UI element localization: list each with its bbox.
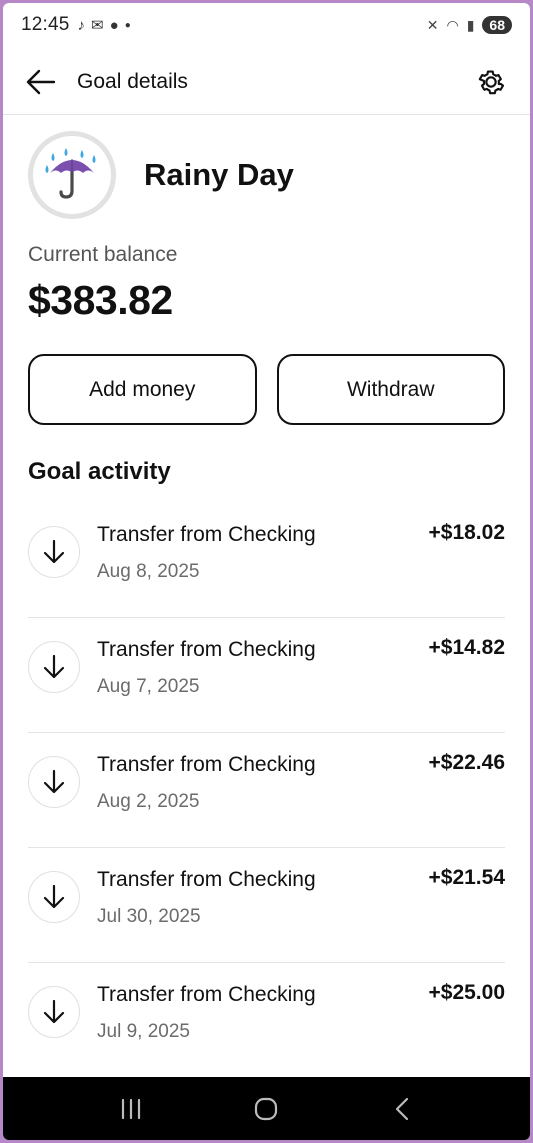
back-nav-button[interactable] [377,1089,427,1129]
app-screen: 12:45 ♪ ✉ ● ● ✕ ◠ ▮ 68 Goal details Rain… [3,3,530,1140]
activity-title: Transfer from Checking [97,638,316,661]
status-bar: 12:45 ♪ ✉ ● ● ✕ ◠ ▮ 68 [3,3,530,47]
activity-title: Transfer from Checking [97,983,316,1006]
home-icon [255,1097,278,1120]
arrow-down-icon [43,769,65,794]
activity-amount: +$25.00 [428,981,506,1004]
arrow-down-icon-container [28,756,80,808]
recent-apps-icon [121,1098,140,1119]
arrow-down-icon-container [28,871,80,923]
activity-amount: +$14.82 [428,636,506,659]
activity-section-title: Goal activity [28,458,171,485]
reddit-icon: ● [109,16,119,34]
back-button[interactable] [25,66,57,98]
umbrella-rain-icon [45,148,96,199]
goal-name: Rainy Day [144,157,294,192]
arrow-down-icon [43,654,65,679]
activity-amount: +$18.02 [428,521,506,544]
status-time: 12:45 [21,14,70,35]
system-nav-bar [3,1077,530,1140]
arrow-down-icon-container [28,526,80,578]
activity-date: Aug 7, 2025 [97,676,200,697]
activity-date: Jul 30, 2025 [97,906,201,927]
balance-value: $383.82 [28,277,173,323]
list-item[interactable]: Transfer from Checking Aug 7, 2025 +$14.… [28,618,505,733]
arrow-down-icon-container [28,641,80,693]
arrow-down-icon-container [28,986,80,1038]
system-icons: ✕ ◠ ▮ 68 [427,16,512,34]
app-bar: Goal details [3,49,530,115]
arrow-down-icon [43,884,65,909]
activity-title: Transfer from Checking [97,868,316,891]
recent-apps-button[interactable] [106,1089,156,1129]
withdraw-button[interactable]: Withdraw [276,354,505,425]
activity-date: Aug 8, 2025 [97,561,200,582]
list-item[interactable]: Transfer from Checking Jul 9, 2025 +$25.… [28,963,505,1078]
balance-label: Current balance [28,243,178,266]
activity-amount: +$21.54 [428,866,506,889]
chevron-left-icon [396,1097,409,1120]
arrow-down-icon [43,999,65,1024]
signal-icon: ▮ [466,16,475,33]
home-button[interactable] [241,1089,291,1129]
activity-list: Transfer from Checking Aug 8, 2025 +$18.… [28,503,505,1078]
list-item[interactable]: Transfer from Checking Jul 30, 2025 +$21… [28,848,505,963]
notification-icons: ♪ ✉ ● ● [77,16,131,35]
activity-title: Transfer from Checking [97,523,316,546]
add-money-button[interactable]: Add money [28,354,257,425]
goal-avatar [28,131,116,219]
arrow-left-icon [26,69,56,94]
arrow-down-icon [43,539,65,564]
list-item[interactable]: Transfer from Checking Aug 2, 2025 +$22.… [28,733,505,848]
action-buttons: Add money Withdraw [28,354,505,425]
activity-title: Transfer from Checking [97,753,316,776]
activity-amount: +$22.46 [428,751,506,774]
page-title: Goal details [77,69,188,93]
tiktok-icon: ♪ [77,16,86,34]
goal-header: Rainy Day [28,131,294,219]
settings-button[interactable] [474,65,508,99]
dot-icon: ● [124,19,131,31]
battery-level: 68 [489,17,505,33]
gear-icon [478,70,505,94]
wifi-icon: ◠ [446,16,459,33]
activity-date: Aug 2, 2025 [97,791,200,812]
mail-icon: ✉ [91,17,104,34]
activity-date: Jul 9, 2025 [97,1021,190,1042]
list-item[interactable]: Transfer from Checking Aug 8, 2025 +$18.… [28,503,505,618]
battery-indicator: 68 [482,16,512,34]
mute-icon: ✕ [426,16,439,33]
